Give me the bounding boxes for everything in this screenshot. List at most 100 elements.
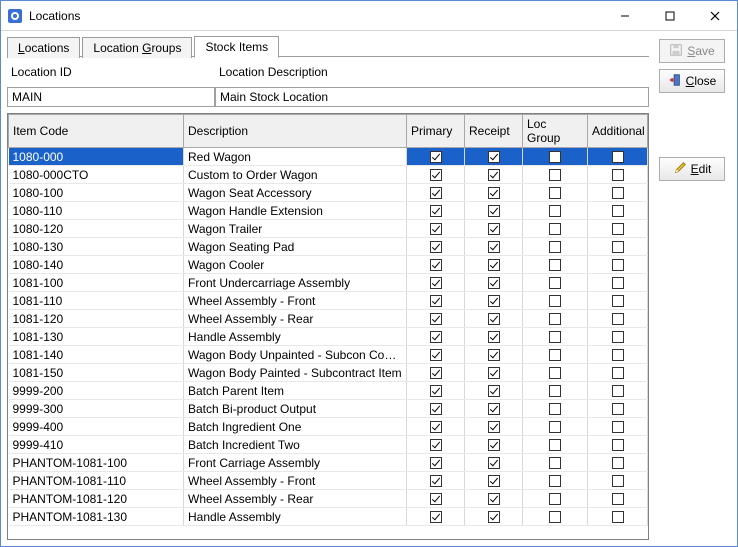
cell-receipt-checkbox[interactable] [488, 439, 500, 451]
cell-receipt-checkbox[interactable] [488, 223, 500, 235]
cell-primary[interactable] [407, 508, 465, 526]
col-header-loc-group[interactable]: Loc Group [523, 115, 588, 148]
cell-receipt-checkbox[interactable] [488, 259, 500, 271]
cell-receipt-checkbox[interactable] [488, 367, 500, 379]
cell-item-code[interactable]: 1081-130 [9, 328, 184, 346]
cell-additional-checkbox[interactable] [612, 457, 624, 469]
cell-primary-checkbox[interactable] [430, 385, 442, 397]
tab-locations[interactable]: Locations [7, 37, 80, 58]
cell-receipt-checkbox[interactable] [488, 151, 500, 163]
table-row[interactable]: PHANTOM-1081-100Front Carriage Assembly [9, 454, 648, 472]
cell-description[interactable]: Wheel Assembly - Rear [184, 490, 407, 508]
cell-receipt-checkbox[interactable] [488, 403, 500, 415]
cell-loc-group-checkbox[interactable] [549, 187, 561, 199]
cell-receipt[interactable] [465, 472, 523, 490]
cell-additional-checkbox[interactable] [612, 475, 624, 487]
cell-additional[interactable] [588, 274, 648, 292]
cell-additional-checkbox[interactable] [612, 385, 624, 397]
cell-primary-checkbox[interactable] [430, 457, 442, 469]
cell-loc-group[interactable] [523, 148, 588, 166]
cell-primary[interactable] [407, 472, 465, 490]
cell-additional-checkbox[interactable] [612, 313, 624, 325]
cell-description[interactable]: Wagon Cooler [184, 256, 407, 274]
cell-receipt-checkbox[interactable] [488, 475, 500, 487]
cell-additional[interactable] [588, 436, 648, 454]
cell-additional-checkbox[interactable] [612, 277, 624, 289]
cell-receipt[interactable] [465, 382, 523, 400]
cell-loc-group[interactable] [523, 328, 588, 346]
cell-loc-group[interactable] [523, 166, 588, 184]
cell-primary-checkbox[interactable] [430, 205, 442, 217]
cell-description[interactable]: Front Carriage Assembly [184, 454, 407, 472]
table-row[interactable]: 9999-410Batch Incredient Two [9, 436, 648, 454]
cell-loc-group[interactable] [523, 418, 588, 436]
cell-receipt[interactable] [465, 436, 523, 454]
cell-receipt[interactable] [465, 256, 523, 274]
cell-receipt[interactable] [465, 148, 523, 166]
cell-description[interactable]: Wheel Assembly - Front [184, 292, 407, 310]
cell-loc-group-checkbox[interactable] [549, 277, 561, 289]
cell-additional-checkbox[interactable] [612, 511, 624, 523]
table-row[interactable]: 1081-120Wheel Assembly - Rear [9, 310, 648, 328]
cell-description[interactable]: Custom to Order Wagon [184, 166, 407, 184]
cell-item-code[interactable]: 1080-000 [9, 148, 184, 166]
cell-primary-checkbox[interactable] [430, 259, 442, 271]
cell-description[interactable]: Batch Bi-product Output [184, 400, 407, 418]
cell-additional[interactable] [588, 346, 648, 364]
cell-receipt-checkbox[interactable] [488, 205, 500, 217]
cell-description[interactable]: Batch Ingredient One [184, 418, 407, 436]
cell-loc-group-checkbox[interactable] [549, 493, 561, 505]
cell-additional-checkbox[interactable] [612, 439, 624, 451]
col-header-description[interactable]: Description [184, 115, 407, 148]
col-header-additional[interactable]: Additional [588, 115, 648, 148]
cell-receipt-checkbox[interactable] [488, 349, 500, 361]
cell-additional[interactable] [588, 184, 648, 202]
cell-loc-group-checkbox[interactable] [549, 331, 561, 343]
cell-primary-checkbox[interactable] [430, 169, 442, 181]
cell-primary[interactable] [407, 310, 465, 328]
cell-item-code[interactable]: 1081-120 [9, 310, 184, 328]
cell-receipt-checkbox[interactable] [488, 421, 500, 433]
cell-additional-checkbox[interactable] [612, 169, 624, 181]
tab-stock-items[interactable]: Stock Items [194, 36, 279, 58]
cell-receipt-checkbox[interactable] [488, 295, 500, 307]
cell-additional[interactable] [588, 148, 648, 166]
table-row[interactable]: 1080-100Wagon Seat Accessory [9, 184, 648, 202]
cell-item-code[interactable]: 1080-100 [9, 184, 184, 202]
table-row[interactable]: 1081-110Wheel Assembly - Front [9, 292, 648, 310]
cell-loc-group-checkbox[interactable] [549, 169, 561, 181]
cell-loc-group-checkbox[interactable] [549, 259, 561, 271]
table-row[interactable]: 1081-130Handle Assembly [9, 328, 648, 346]
cell-item-code[interactable]: PHANTOM-1081-100 [9, 454, 184, 472]
cell-item-code[interactable]: 1080-130 [9, 238, 184, 256]
cell-receipt[interactable] [465, 292, 523, 310]
table-row[interactable]: 1081-100Front Undercarriage Assembly [9, 274, 648, 292]
cell-additional-checkbox[interactable] [612, 403, 624, 415]
cell-primary-checkbox[interactable] [430, 511, 442, 523]
cell-loc-group[interactable] [523, 400, 588, 418]
cell-loc-group-checkbox[interactable] [549, 295, 561, 307]
cell-receipt[interactable] [465, 364, 523, 382]
cell-loc-group[interactable] [523, 256, 588, 274]
cell-item-code[interactable]: 1081-100 [9, 274, 184, 292]
cell-loc-group[interactable] [523, 274, 588, 292]
table-row[interactable]: 1080-110Wagon Handle Extension [9, 202, 648, 220]
cell-loc-group-checkbox[interactable] [549, 457, 561, 469]
cell-additional[interactable] [588, 382, 648, 400]
location-desc-input[interactable] [215, 87, 649, 107]
cell-primary[interactable] [407, 220, 465, 238]
cell-primary-checkbox[interactable] [430, 349, 442, 361]
cell-receipt[interactable] [465, 346, 523, 364]
cell-loc-group[interactable] [523, 508, 588, 526]
cell-receipt[interactable] [465, 166, 523, 184]
cell-primary[interactable] [407, 346, 465, 364]
cell-additional[interactable] [588, 292, 648, 310]
table-row[interactable]: 1080-120Wagon Trailer [9, 220, 648, 238]
cell-loc-group[interactable] [523, 472, 588, 490]
cell-additional-checkbox[interactable] [612, 205, 624, 217]
cell-description[interactable]: Handle Assembly [184, 508, 407, 526]
close-button[interactable]: Close [659, 69, 725, 93]
cell-primary[interactable] [407, 274, 465, 292]
maximize-button[interactable] [647, 1, 692, 30]
cell-additional-checkbox[interactable] [612, 367, 624, 379]
